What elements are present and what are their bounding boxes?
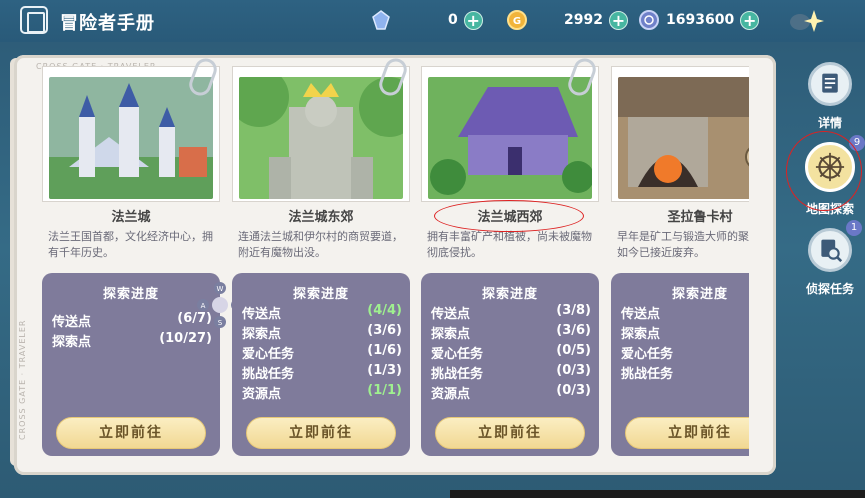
progress-row: 传送点 (3/8) xyxy=(431,303,591,322)
area-card-falan-city[interactable]: 法兰城 法兰王国首都，文化经济中心，拥有千年历史。 探索进度 传送点 (6/7) … xyxy=(42,55,220,456)
progress-row: 探索点 (3/6) xyxy=(242,323,402,342)
progress-row: 挑战任务( xyxy=(621,367,674,382)
area-image xyxy=(49,77,213,199)
progress-row: 挑战任务 (1/3) xyxy=(242,363,402,382)
notification-badge: 1 xyxy=(846,220,862,236)
progress-row: 资源点 (1/1) xyxy=(242,383,402,402)
silver-coin-icon xyxy=(639,10,659,30)
sparkle-corner-icon[interactable] xyxy=(786,7,824,35)
exploration-progress: 探索进度 传送点 (6/7) 探索点 (10/27) 立即前往 xyxy=(42,273,220,456)
exploration-progress: 探索进度 传送点 (4/4) 探索点 (3/6) 爱心任务 (1/6) 挑战任务 (1/… xyxy=(232,273,410,456)
gold-coin-icon: G xyxy=(507,10,527,30)
area-image xyxy=(428,77,594,199)
progress-row: 爱心任务 (0/5) xyxy=(431,343,591,362)
svg-text:W: W xyxy=(217,285,224,293)
watermark-side: CROSS GATE · TRAVELER xyxy=(18,319,27,440)
crystal-amount: 0 + xyxy=(448,9,483,31)
side-menu-detective-quest[interactable]: 侦探任务 xyxy=(800,228,860,297)
progress-row: 爱心任务( xyxy=(621,347,674,362)
page-title: 冒险者手册 xyxy=(60,13,155,34)
go-now-button[interactable]: 立即前往 xyxy=(625,417,749,449)
area-card-falan-west[interactable]: 法兰城西郊 拥有丰富矿产和植被，尚未被魔物彻底侵扰。 探索进度 传送点 (3/8)… xyxy=(421,55,599,456)
crystal-icon xyxy=(372,10,390,30)
progress-row: 资源点 (0/3) xyxy=(431,383,591,402)
silver-resource: 1693600 + xyxy=(638,9,760,31)
exploration-progress: 探索进度 传送点 (3/8) 探索点 (3/6) 爱心任务 (0/5) 挑战任务 (0/… xyxy=(421,273,599,456)
document-icon xyxy=(808,62,852,106)
svg-text:A: A xyxy=(201,302,206,310)
add-silver-button[interactable]: + xyxy=(740,10,760,30)
side-menu-details[interactable]: 详情 xyxy=(800,62,860,131)
progress-heading: 探索进度 xyxy=(481,287,538,302)
progress-row: 探索点( xyxy=(621,327,661,342)
svg-text:S: S xyxy=(218,319,223,327)
red-annotation-circle xyxy=(786,131,862,211)
progress-row: 探索点 (10/27) xyxy=(52,331,212,350)
add-gold-button[interactable]: + xyxy=(608,10,628,30)
top-bar: 冒险者手册 0 + G 2992 + 1693600 + xyxy=(0,0,865,42)
area-name: 圣拉鲁卡村 xyxy=(667,210,733,225)
area-description: 连通法兰城和伊尔村的商贸要道，附近有魔物出没。 xyxy=(238,230,403,259)
area-name: 法兰城东郊 xyxy=(288,210,354,225)
area-description: 拥有丰富矿产和植被，尚未被魔物彻底侵扰。 xyxy=(427,230,592,259)
go-now-button[interactable]: 立即前往 xyxy=(246,417,396,449)
go-now-button[interactable]: 立即前往 xyxy=(435,417,585,449)
area-description: 法兰王国首都，文化经济中心，拥有千年历史。 xyxy=(48,230,213,259)
area-image xyxy=(229,67,419,199)
crystal-resource xyxy=(370,9,392,31)
bottom-strip xyxy=(450,490,865,498)
progress-row: 传送点( xyxy=(621,307,661,322)
area-description: 早年是矿工与锻造大师的聚居地，如今已接近废弃。 xyxy=(617,230,749,259)
red-annotation-ellipse xyxy=(434,200,584,232)
area-card-viewport: 圣拉鲁卡村 早年是矿工与锻造大师的聚居地，如今已接近废弃。 探索进度 传送点( … xyxy=(611,66,749,458)
svg-text:G: G xyxy=(513,16,521,27)
progress-heading: 探索进度 xyxy=(292,287,349,302)
magnifier-icon xyxy=(808,228,852,272)
area-name: 法兰城 xyxy=(111,210,151,225)
area-card-santa-luca[interactable]: 圣拉鲁卡村 早年是矿工与锻造大师的聚居地，如今已接近废弃。 探索进度 传送点( … xyxy=(611,66,749,456)
progress-row: 传送点 (6/7) xyxy=(52,311,212,330)
gold-resource: G 2992 + xyxy=(506,9,628,31)
area-image-frame xyxy=(611,66,749,202)
add-crystal-button[interactable]: + xyxy=(463,10,483,30)
exploration-progress: 探索进度 传送点( 探索点( 爱心任务( 挑战任务( 立即前往 xyxy=(611,273,749,456)
book-icon[interactable] xyxy=(20,6,48,34)
progress-row: 传送点 (4/4) xyxy=(242,303,402,322)
go-now-button[interactable]: 立即前往 xyxy=(56,417,206,449)
side-menu-label: 详情 xyxy=(817,116,842,130)
area-image xyxy=(618,77,749,199)
progress-row: 探索点 (3/6) xyxy=(431,323,591,342)
side-menu-label: 侦探任务 xyxy=(805,282,854,296)
area-card-falan-east[interactable]: 法兰城东郊 连通法兰城和伊尔村的商贸要道，附近有魔物出没。 探索进度 传送点 (4… xyxy=(229,55,419,456)
progress-row: 爱心任务 (1/6) xyxy=(242,343,402,362)
progress-row: 挑战任务 (0/3) xyxy=(431,363,591,382)
progress-heading: 探索进度 xyxy=(102,287,159,302)
progress-heading: 探索进度 xyxy=(671,287,728,302)
